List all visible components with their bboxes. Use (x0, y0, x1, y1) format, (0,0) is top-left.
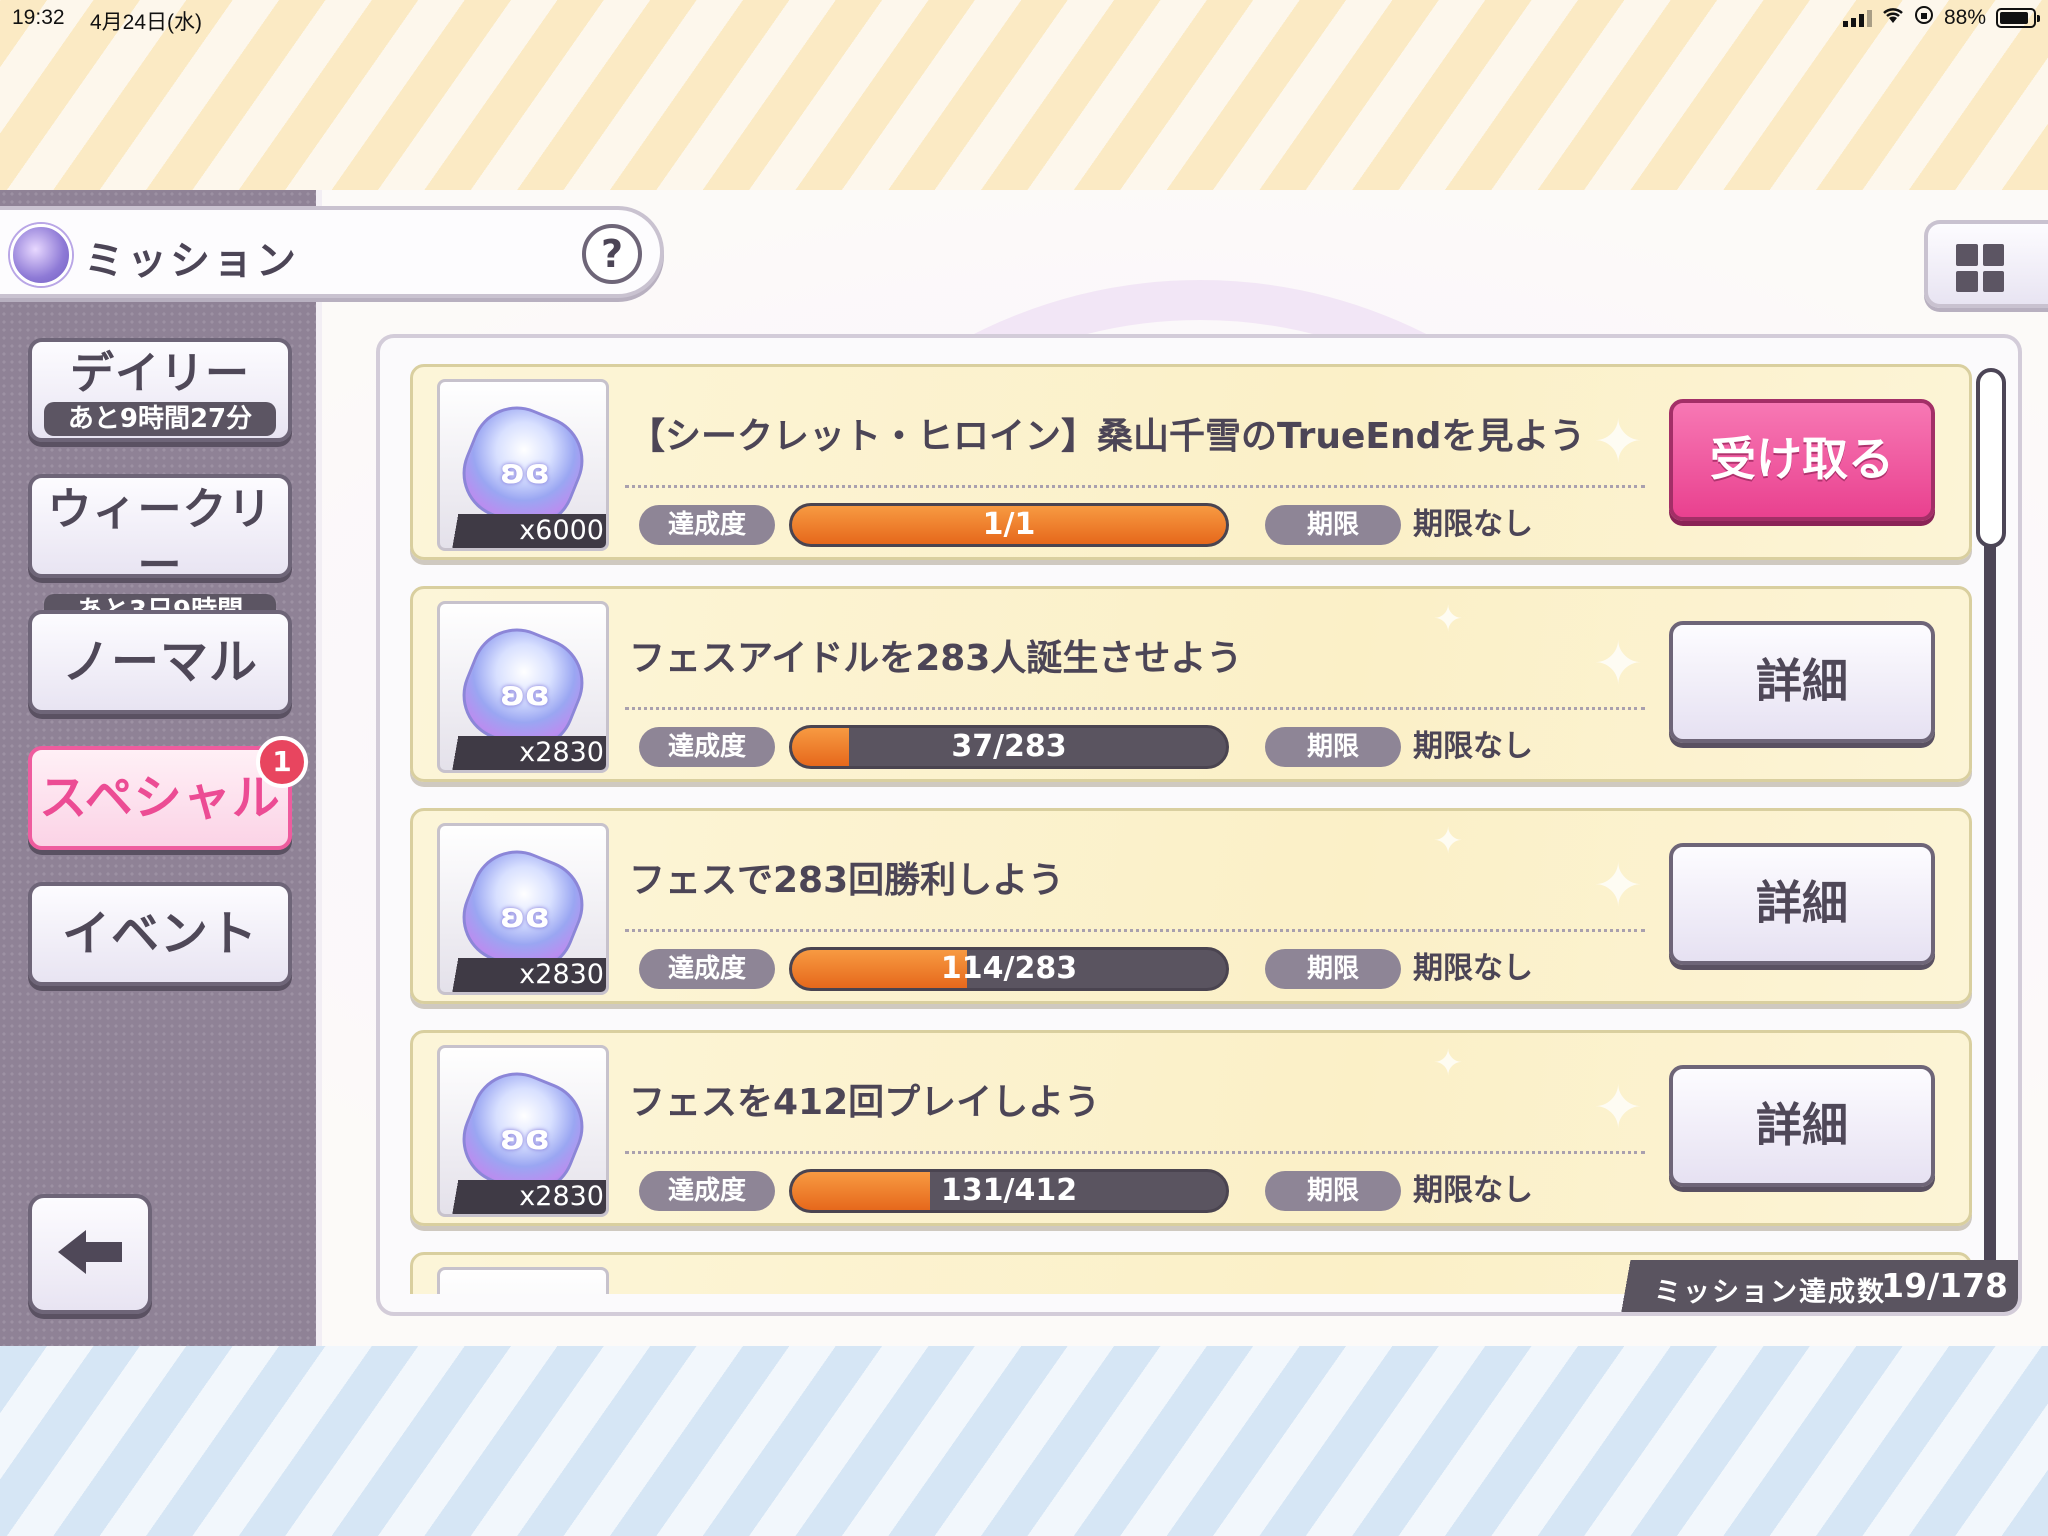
tab-special[interactable]: スペシャル 1 (28, 736, 308, 850)
status-bar: 19:32 4月24日(水) 88% (0, 0, 2048, 36)
mission-card: ✦ ✦ ʚɞ x2830 フェスで283回勝利しよう 達成度 114/283 期… (410, 808, 1972, 1004)
reward-quantity: x2830 (440, 1180, 606, 1214)
reward-thumbnail: ʚɞ x2830 (437, 1045, 609, 1217)
wifi-icon (1882, 6, 1904, 30)
progress-bar: 37/283 (789, 725, 1229, 769)
grid-menu-icon (1956, 244, 2004, 292)
mission-count-label: ミッション達成数 (1654, 1277, 1886, 1308)
mission-panel: ✦ ʚɞ x6000 【シークレット・ヒロイン】桑山千雪のTrueEndを見よう… (376, 334, 2022, 1316)
notification-badge: 1 (256, 736, 308, 788)
mission-title: フェスを412回プレイしよう (629, 1082, 1101, 1123)
reward-thumbnail: ʚɞ x2830 (437, 823, 609, 995)
mission-card: ✦ ✦ ʚɞ x2830 フェスを412回プレイしよう 達成度 131/412 … (410, 1030, 1972, 1226)
reward-quantity: x2830 (440, 958, 606, 992)
tab-event-label: イベント (61, 906, 258, 962)
reward-quantity: x2830 (440, 736, 606, 770)
wing-emblem-icon: ʚɞ (500, 896, 550, 936)
tab-daily-remaining: あと9時間27分 (44, 402, 276, 436)
help-button[interactable]: ? (582, 224, 642, 284)
reward-thumbnail (437, 1267, 609, 1294)
status-indicators: 88% (1842, 5, 2040, 31)
deadline-value: 期限なし (1413, 729, 1533, 764)
divider (625, 485, 1645, 488)
wing-emblem-icon: ʚɞ (500, 452, 550, 492)
scrollbar-thumb[interactable] (1976, 368, 2006, 548)
mission-emblem-icon (10, 224, 72, 286)
mission-count-value: 19/178 (1881, 1266, 2008, 1305)
progress-text: 131/412 (940, 1173, 1078, 1208)
back-arrow-icon (54, 1226, 126, 1282)
tab-normal[interactable]: ノーマル (28, 610, 292, 714)
divider (625, 1151, 1645, 1154)
mission-title: フェスアイドルを283人誕生させよう (629, 638, 1243, 679)
deadline-label: 期限 (1265, 727, 1401, 767)
reward-thumbnail: ʚɞ x6000 (437, 379, 609, 551)
tab-event[interactable]: イベント (28, 882, 292, 986)
sparkle-decoration: ✦ (1433, 821, 1464, 862)
progress-bar: 114/283 (789, 947, 1229, 991)
tab-daily[interactable]: デイリー あと9時間27分 (28, 338, 292, 442)
sparkle-decoration: ✦ (1433, 1043, 1464, 1084)
mission-count-footer: ミッション達成数 19/178 (1598, 1260, 2018, 1312)
sparkle-decoration: ✦ (1593, 407, 1644, 477)
deadline-value: 期限なし (1413, 507, 1533, 542)
sparkle-decoration: ✦ (1593, 1073, 1644, 1143)
battery-icon (1996, 8, 2040, 28)
tab-weekly[interactable]: ウィークリー あと3日9時間 (28, 474, 292, 628)
wing-emblem-icon: ʚɞ (500, 1118, 550, 1158)
progress-text: 37/283 (951, 729, 1067, 764)
menu-button[interactable] (1924, 220, 2048, 308)
mission-card: ✦ ✦ ʚɞ x2830 フェスアイドルを283人誕生させよう 達成度 37/2… (410, 586, 1972, 782)
progress-bar: 1/1 (789, 503, 1229, 547)
achievement-label: 達成度 (639, 505, 775, 545)
deadline-value: 期限なし (1413, 1173, 1533, 1208)
status-date: 4月24日(水) (90, 11, 203, 34)
sidebar: デイリー あと9時間27分 ウィークリー あと3日9時間 ノーマル スペシャル … (0, 190, 322, 1346)
sparkle-decoration: ✦ (1593, 851, 1644, 921)
reward-quantity: x6000 (440, 514, 606, 548)
mission-title: 【シークレット・ヒロイン】桑山千雪のTrueEndを見よう (629, 416, 1586, 457)
cellular-signal-icon (1842, 9, 1872, 27)
mission-card: ✦ ʚɞ x6000 【シークレット・ヒロイン】桑山千雪のTrueEndを見よう… (410, 364, 1972, 560)
divider (625, 707, 1645, 710)
details-button[interactable]: 詳細 (1669, 621, 1935, 743)
details-button[interactable]: 詳細 (1669, 843, 1935, 965)
achievement-label: 達成度 (639, 727, 775, 767)
sparkle-decoration: ✦ (1593, 629, 1644, 699)
tab-special-label: スペシャル (39, 770, 281, 826)
claim-button[interactable]: 受け取る (1669, 399, 1935, 521)
back-button[interactable] (28, 1194, 152, 1314)
sparkle-decoration: ✦ (1433, 599, 1464, 640)
page-title: ミッション (84, 238, 299, 284)
deadline-label: 期限 (1265, 505, 1401, 545)
status-time: 19:32 (12, 6, 65, 29)
divider (625, 929, 1645, 932)
tab-daily-label: デイリー (70, 348, 250, 399)
achievement-label: 達成度 (639, 1171, 775, 1211)
deadline-value: 期限なし (1413, 951, 1533, 986)
achievement-label: 達成度 (639, 949, 775, 989)
tab-normal-label: ノーマル (61, 634, 258, 690)
deadline-label: 期限 (1265, 1171, 1401, 1211)
details-button[interactable]: 詳細 (1669, 1065, 1935, 1187)
mission-list[interactable]: ✦ ʚɞ x6000 【シークレット・ヒロイン】桑山千雪のTrueEndを見よう… (410, 364, 1972, 1294)
reward-thumbnail: ʚɞ x2830 (437, 601, 609, 773)
progress-text: 1/1 (982, 507, 1036, 542)
title-bar: ミッション ? (0, 206, 664, 298)
orientation-lock-icon (1914, 5, 1934, 31)
progress-text: 114/283 (940, 951, 1078, 986)
background-bottom-stripes (0, 1346, 2048, 1536)
tab-weekly-label: ウィークリー (47, 484, 273, 591)
wing-emblem-icon: ʚɞ (500, 674, 550, 714)
mission-title: フェスで283回勝利しよう (629, 860, 1065, 901)
progress-bar: 131/412 (789, 1169, 1229, 1213)
battery-percent: 88% (1943, 6, 1986, 29)
deadline-label: 期限 (1265, 949, 1401, 989)
